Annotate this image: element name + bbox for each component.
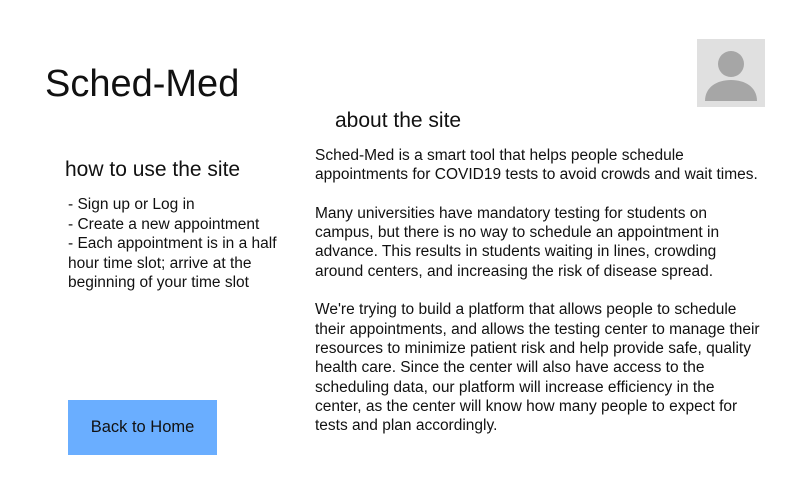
- about-paragraph: Sched-Med is a smart tool that helps peo…: [315, 147, 758, 184]
- user-avatar-icon[interactable]: [697, 39, 765, 107]
- about-heading: about the site: [335, 109, 462, 132]
- howto-heading: how to use the site: [65, 158, 241, 181]
- howto-step: - Create a new appointment: [68, 215, 260, 233]
- howto-step: - Each appointment is in a half hour tim…: [68, 235, 277, 292]
- about-paragraph: Many universities have mandatory testing…: [315, 204, 720, 280]
- howto-step: - Sign up or Log in: [68, 196, 195, 213]
- about-body: Sched-Med is a smart tool that helps peo…: [315, 146, 765, 455]
- back-to-home-button[interactable]: Back to Home: [68, 400, 217, 455]
- about-paragraph: We're trying to build a platform that al…: [315, 301, 760, 435]
- app-title: Sched-Med: [45, 63, 240, 105]
- person-silhouette-icon: [705, 51, 757, 101]
- howto-steps-list: - Sign up or Log in - Create a new appoi…: [68, 195, 308, 293]
